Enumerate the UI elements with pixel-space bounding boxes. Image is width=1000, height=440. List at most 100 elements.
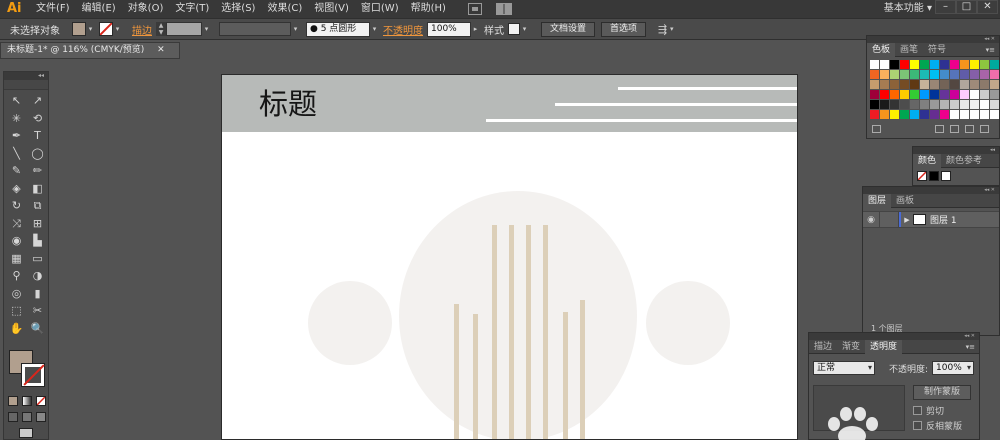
line-tool-icon[interactable]: ╲ [6, 145, 27, 163]
color-white-swatch[interactable] [941, 171, 951, 181]
eraser-tool-icon[interactable]: ◧ [27, 180, 48, 198]
delete-swatch-icon[interactable] [980, 125, 989, 133]
tab-color-guide[interactable]: 颜色参考 [941, 154, 987, 168]
stroke-weight-dropdown-icon[interactable]: ▾ [202, 22, 211, 36]
opacity-field[interactable]: 100% [427, 21, 471, 37]
swatch-cell[interactable] [890, 70, 899, 79]
hand-tool-icon[interactable]: ✋ [6, 320, 27, 338]
layer-row[interactable]: ◉ ▶ 图层 1 [863, 211, 999, 228]
expand-layer-icon[interactable]: ▶ [901, 216, 913, 224]
swatch-cell[interactable] [990, 70, 999, 79]
draw-behind-icon[interactable] [22, 412, 32, 422]
swatch-cell[interactable] [970, 70, 979, 79]
menu-window[interactable]: 窗口(W) [355, 0, 405, 18]
color-black-swatch[interactable] [929, 171, 939, 181]
swatch-cell[interactable] [990, 110, 999, 119]
swatch-cell[interactable] [950, 90, 959, 99]
make-mask-button[interactable]: 制作蒙版 [913, 385, 971, 400]
document-setup-button[interactable]: 文档设置 [541, 21, 596, 37]
swatch-cell[interactable] [910, 60, 919, 69]
menu-view[interactable]: 视图(V) [308, 0, 355, 18]
swatch-cell[interactable] [900, 80, 909, 89]
swatch-cell[interactable] [990, 90, 999, 99]
swatch-cell[interactable] [960, 100, 969, 109]
swatch-cell[interactable] [870, 90, 879, 99]
swatch-cell[interactable] [910, 100, 919, 109]
swatch-cell[interactable] [980, 80, 989, 89]
fill-color-swatch[interactable] [72, 22, 86, 36]
invert-mask-checkbox[interactable] [913, 421, 922, 430]
menu-file[interactable]: 文件(F) [30, 0, 76, 18]
swatch-cell[interactable] [960, 110, 969, 119]
profile-dropdown-icon[interactable]: ▾ [291, 22, 300, 36]
swatch-cell[interactable] [960, 60, 969, 69]
tools-collapse-icon[interactable]: ◂◂ [4, 72, 48, 80]
swatch-cell[interactable] [920, 100, 929, 109]
swatches-menu-icon[interactable]: ▾≡ [986, 46, 999, 54]
tab-brushes[interactable]: 画笔 [895, 43, 923, 57]
swatch-cell[interactable] [920, 60, 929, 69]
swatch-cell[interactable] [970, 80, 979, 89]
swatch-cell[interactable] [980, 60, 989, 69]
bar-8[interactable] [580, 300, 585, 439]
swatch-cell[interactable] [930, 110, 939, 119]
swatch-cell[interactable] [950, 100, 959, 109]
variable-width-profile[interactable] [219, 22, 291, 36]
tab-color[interactable]: 颜色 [913, 153, 942, 168]
swatch-cell[interactable] [890, 60, 899, 69]
swatch-cell[interactable] [970, 90, 979, 99]
swatch-cell[interactable] [930, 90, 939, 99]
type-tool-icon[interactable]: T [27, 127, 48, 145]
lasso-tool-icon[interactable]: ⟲ [27, 110, 48, 128]
menu-select[interactable]: 选择(S) [215, 0, 261, 18]
stroke-weight-field[interactable] [166, 22, 202, 36]
gradient-tool-icon[interactable]: ▭ [27, 250, 48, 268]
swatch-cell[interactable] [870, 80, 879, 89]
swatch-cell[interactable] [900, 100, 909, 109]
swatch-cell[interactable] [970, 110, 979, 119]
workspace-switcher[interactable]: 基本功能 ▾ [884, 0, 932, 18]
transparency-opacity-field[interactable]: 100% [932, 361, 975, 375]
swatch-cell[interactable] [900, 110, 909, 119]
bar-3[interactable] [492, 225, 497, 439]
rotate-tool-icon[interactable]: ↻ [6, 197, 27, 215]
swatch-cell[interactable] [990, 80, 999, 89]
screen-mode-icon[interactable] [19, 428, 33, 438]
swatch-cell[interactable] [880, 110, 889, 119]
document-tab[interactable]: 未标题-1* @ 116% (CMYK/预览) ✕ [0, 42, 180, 59]
artboard-tool-icon[interactable]: ⬚ [6, 302, 27, 320]
tab-transparency[interactable]: 透明度 [865, 339, 903, 354]
brush-dropdown-icon[interactable]: ▾ [370, 22, 379, 36]
swatch-cell[interactable] [910, 70, 919, 79]
swatch-cell[interactable] [880, 80, 889, 89]
header-line-2[interactable] [555, 103, 797, 106]
swatch-cell[interactable] [870, 110, 879, 119]
blend-mode-select[interactable]: 正常 [813, 361, 875, 375]
column-graph-tool-icon[interactable]: ▮ [27, 285, 48, 303]
swatch-cell[interactable] [990, 60, 999, 69]
artboard-title[interactable]: 标题 [259, 81, 317, 123]
swatch-cell[interactable] [880, 60, 889, 69]
tab-artboards[interactable]: 画板 [891, 194, 919, 208]
swatch-cell[interactable] [930, 100, 939, 109]
bar-5[interactable] [526, 225, 531, 439]
minimize-button[interactable]: – [935, 0, 956, 14]
swatch-cell[interactable] [940, 110, 949, 119]
arrange-documents-icon[interactable] [495, 3, 512, 15]
draw-inside-icon[interactable] [36, 412, 46, 422]
draw-normal-icon[interactable] [8, 412, 18, 422]
mesh-tool-icon[interactable]: ▦ [6, 250, 27, 268]
align-options-icon[interactable]: ⇶ [658, 23, 667, 36]
swatch-cell[interactable] [980, 90, 989, 99]
swatch-cell[interactable] [990, 100, 999, 109]
maximize-button[interactable]: □ [956, 0, 977, 14]
swatch-cell[interactable] [970, 60, 979, 69]
header-line-1[interactable] [618, 87, 797, 90]
swatch-cell[interactable] [890, 110, 899, 119]
gradient-mode-icon[interactable] [22, 396, 32, 406]
tab-layers[interactable]: 图层 [863, 193, 892, 208]
swatch-cell[interactable] [930, 60, 939, 69]
bar-4[interactable] [509, 225, 514, 439]
shape-builder-tool-icon[interactable]: ◉ [6, 232, 27, 250]
color-none-swatch[interactable] [917, 171, 927, 181]
